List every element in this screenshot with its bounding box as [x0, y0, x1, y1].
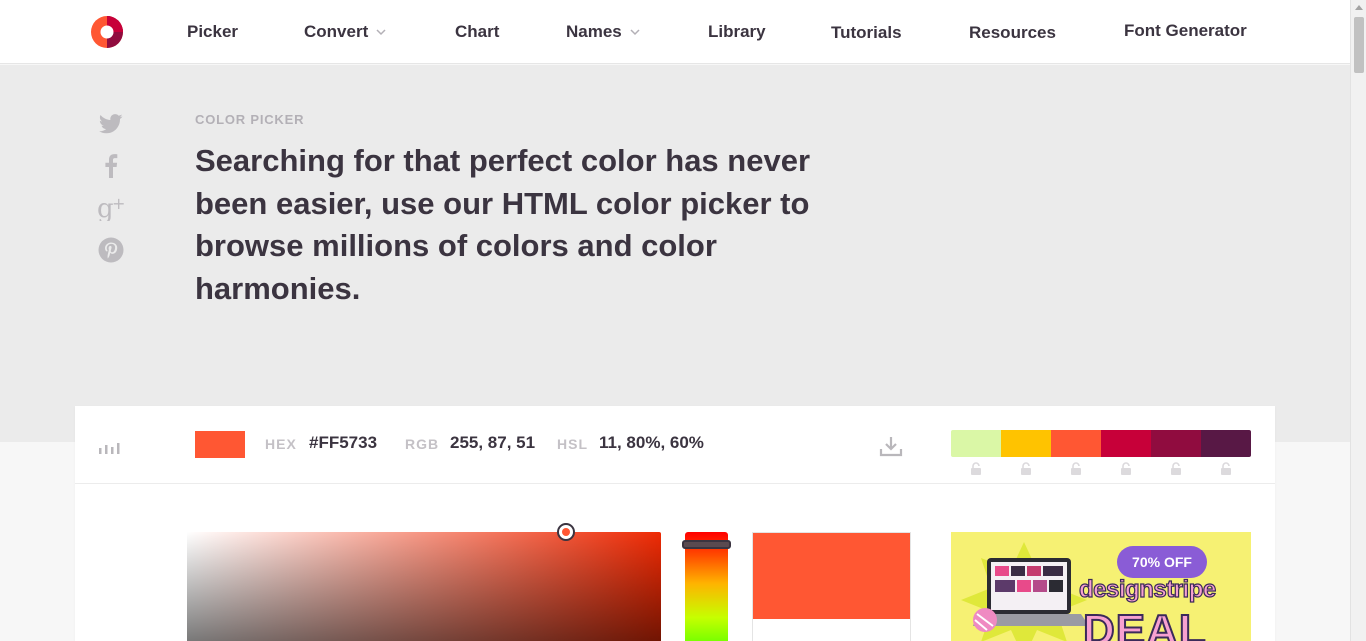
unlock-icon[interactable]: [951, 462, 1001, 476]
chevron-down-icon: [376, 29, 386, 36]
hue-slider-handle[interactable]: [682, 540, 731, 549]
nav-convert-label: Convert: [304, 22, 369, 41]
nav-chart[interactable]: Chart: [455, 22, 499, 42]
nav-picker-label: Picker: [187, 22, 239, 41]
scroll-up-arrow[interactable]: [1355, 5, 1363, 10]
color-bars-icon[interactable]: [99, 438, 123, 454]
logo-icon[interactable]: [91, 16, 123, 48]
nav-names[interactable]: Names: [566, 22, 640, 42]
palette-locks: [951, 462, 1251, 476]
ad-brand-text: designstripe: [1078, 575, 1216, 603]
unlock-icon[interactable]: [1201, 462, 1251, 476]
color-preview: [752, 532, 911, 641]
rgb-value[interactable]: 255, 87, 51: [450, 433, 535, 453]
google-plus-icon[interactable]: g +: [97, 194, 125, 222]
color-values-toolbar: HEX #FF5733 RGB 255, 87, 51 HSL 11, 80%,…: [75, 406, 1275, 484]
rgb-label: RGB: [405, 436, 440, 452]
nav-resources-label: Resources: [969, 23, 1056, 42]
nav-font-generator[interactable]: Font Generator: [1124, 21, 1247, 41]
palette-swatch[interactable]: [1101, 430, 1151, 457]
saturation-value-handle[interactable]: [557, 523, 575, 541]
nav-library-label: Library: [708, 22, 766, 41]
hex-label: HEX: [265, 436, 297, 452]
nav-library[interactable]: Library: [708, 22, 766, 42]
hsl-label: HSL: [557, 436, 588, 452]
saturation-value-picker[interactable]: [187, 532, 661, 641]
laptop-graphic: [973, 558, 1089, 632]
nav-names-label: Names: [566, 22, 622, 41]
svg-text:+: +: [112, 195, 125, 213]
nav-chart-label: Chart: [455, 22, 500, 41]
page-headline: Searching for that perfect color has nev…: [195, 143, 811, 306]
twitter-icon[interactable]: [97, 110, 125, 138]
page-eyebrow: COLOR PICKER: [195, 112, 305, 127]
facebook-icon[interactable]: [97, 152, 125, 180]
palette-swatch[interactable]: [1001, 430, 1051, 457]
palette-swatch[interactable]: [1201, 430, 1251, 457]
discount-badge: 70% OFF: [1117, 546, 1207, 578]
unlock-icon[interactable]: [1151, 462, 1201, 476]
scrollbar-thumb[interactable]: [1354, 17, 1364, 73]
color-preview-fill: [753, 533, 910, 619]
nav-tutorials-label: Tutorials: [831, 23, 902, 42]
palette-swatch[interactable]: [1151, 430, 1201, 457]
chevron-down-icon: [630, 29, 640, 36]
palette-swatch[interactable]: [1051, 430, 1101, 457]
pinterest-icon[interactable]: [97, 236, 125, 264]
nav-convert[interactable]: Convert: [304, 22, 386, 42]
unlock-icon[interactable]: [1051, 462, 1101, 476]
palette-swatch[interactable]: [951, 430, 1001, 457]
unlock-icon[interactable]: [1101, 462, 1151, 476]
unlock-icon[interactable]: [1001, 462, 1051, 476]
nav-font-generator-label: Font Generator: [1124, 21, 1247, 40]
current-color-swatch[interactable]: [195, 431, 245, 458]
download-icon[interactable]: [879, 434, 903, 458]
advertisement-banner[interactable]: 70% OFF designstripe DEAL: [951, 532, 1251, 641]
nav-tutorials[interactable]: Tutorials: [831, 23, 902, 43]
page-scrollbar[interactable]: [1350, 0, 1366, 641]
harmony-palette: [951, 430, 1251, 457]
ad-deal-text: DEAL: [1082, 605, 1207, 641]
hex-value[interactable]: #FF5733: [309, 433, 377, 453]
color-picker-card: HEX #FF5733 RGB 255, 87, 51 HSL 11, 80%,…: [75, 406, 1275, 641]
top-navigation: Picker Convert Chart Names Library Tutor…: [0, 0, 1350, 64]
nav-resources[interactable]: Resources: [969, 23, 1056, 43]
nav-picker[interactable]: Picker: [187, 22, 238, 42]
hsl-value[interactable]: 11, 80%, 60%: [599, 433, 704, 453]
